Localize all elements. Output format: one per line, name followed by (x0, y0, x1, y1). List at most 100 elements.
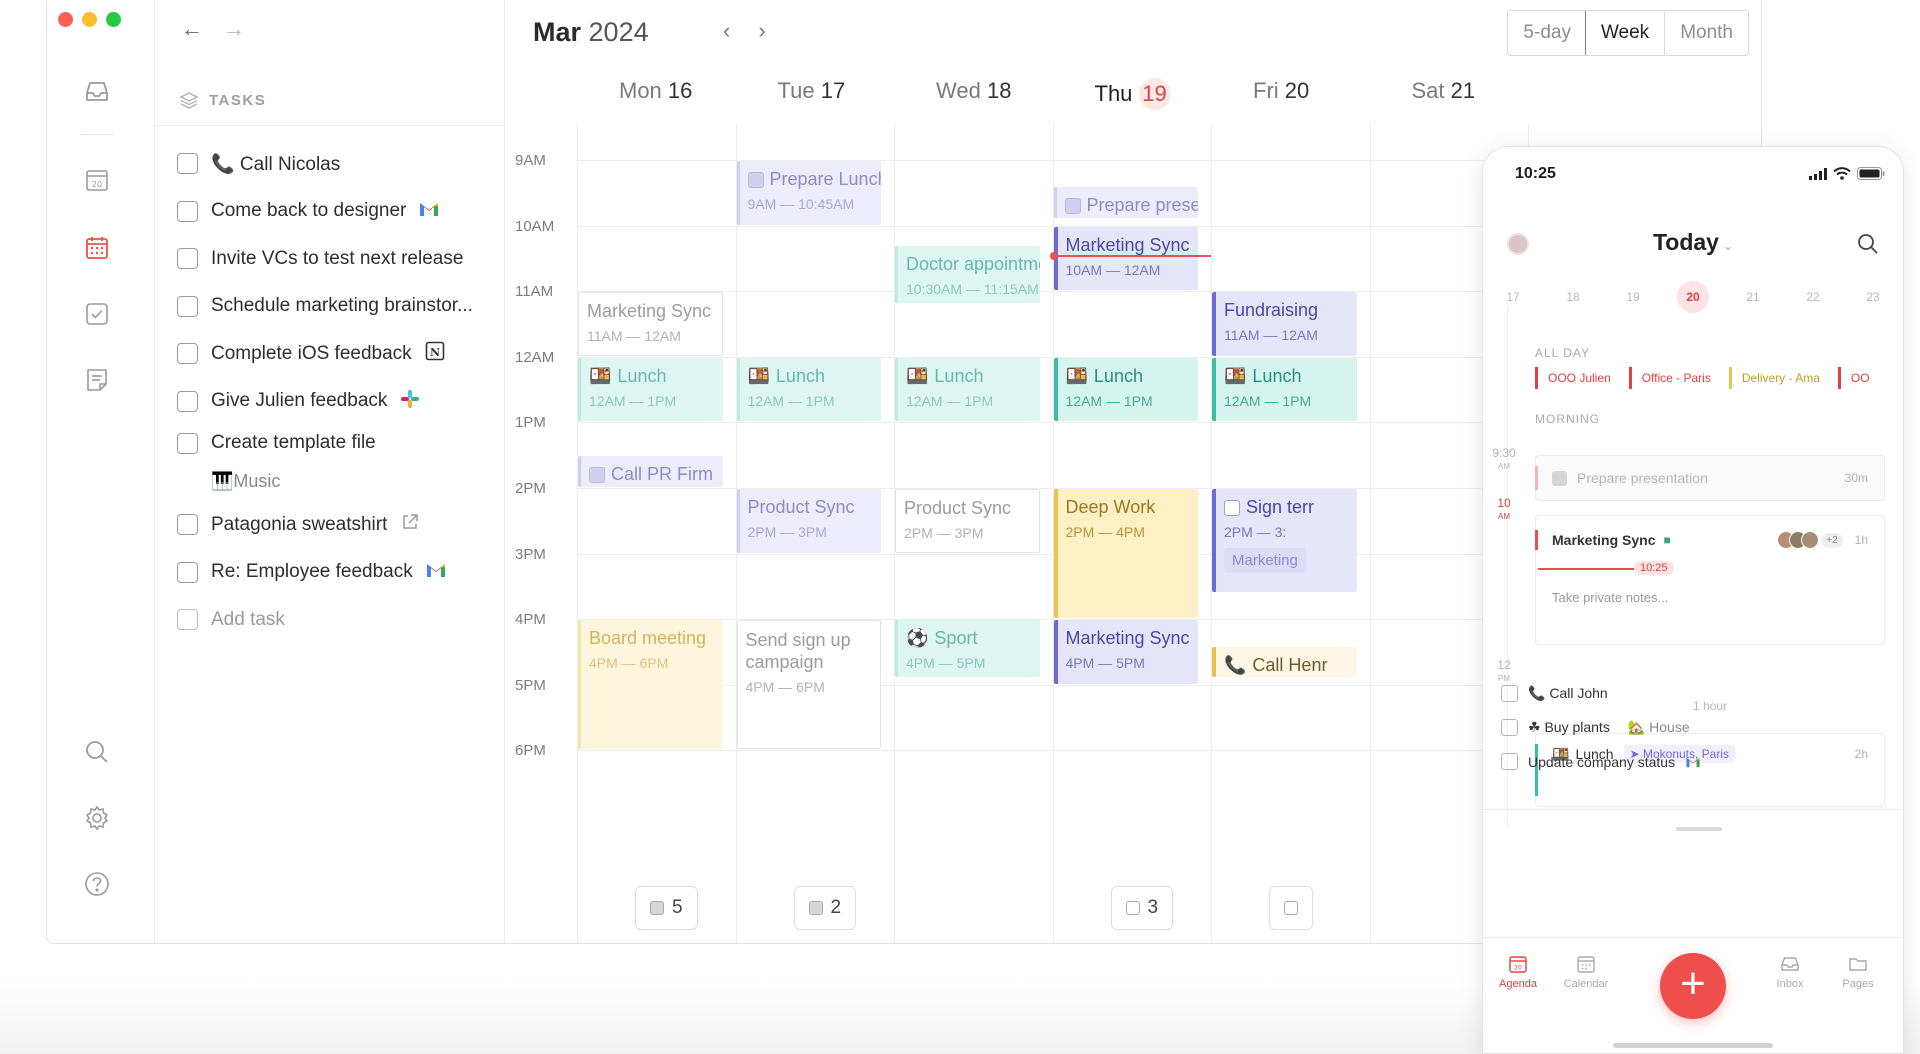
phone-day-23[interactable]: 23 (1857, 281, 1889, 313)
all-day-event[interactable]: OOO Julien (1535, 367, 1621, 389)
today-calendar-icon[interactable]: 20 (81, 164, 113, 196)
calendar-event[interactable]: Product Sync 2PM — 3PM (736, 489, 881, 553)
day-task-count[interactable] (1269, 886, 1313, 930)
lunch-card[interactable]: 🍱 Lunch ➤ Mokonuts, Paris 2h (1535, 733, 1885, 807)
add-task-button[interactable]: Add task (177, 596, 497, 644)
calendar-event[interactable]: Product Sync 2PM — 3PM (895, 489, 1040, 553)
task-item[interactable]: Patagonia sweatshirt (177, 501, 497, 549)
phone-task-checkbox[interactable] (1501, 719, 1518, 736)
calendar-event[interactable]: Sign terr 2PM — 3: Marketing (1212, 489, 1357, 593)
day-header-wed[interactable]: Wed 18 (936, 78, 1011, 104)
tab-calendar[interactable]: Calendar (1551, 954, 1621, 990)
task-item[interactable]: Create template file (177, 425, 497, 461)
task-checkbox[interactable] (177, 432, 198, 454)
calendar-event[interactable]: Send sign up campaign 4PM — 6PM (736, 620, 881, 750)
calendar-event[interactable]: Doctor appointment 10:30AM — 11:15AM (895, 246, 1040, 304)
task-item[interactable]: Invite VCs to test next release (177, 235, 497, 283)
event-checkbox-icon[interactable] (747, 171, 764, 188)
forward-arrow-icon[interactable]: → (223, 16, 245, 42)
settings-gear-icon[interactable] (81, 802, 113, 834)
task-item[interactable]: Come back to designer (177, 188, 497, 236)
day-header-mon[interactable]: Mon 16 (619, 78, 692, 104)
task-project-tag[interactable]: 🎹 Music (177, 461, 497, 501)
calendar-event[interactable]: Prepare presenta (1053, 187, 1198, 219)
tab-pages[interactable]: Pages (1823, 954, 1893, 990)
calendar-event[interactable]: 🍱 Lunch 12AM — 1PM (578, 357, 723, 422)
calendar-event[interactable]: Fundraising 11AM — 12AM (1212, 292, 1357, 356)
phone-task-checkbox[interactable] (1501, 685, 1518, 702)
calendar-event[interactable]: Prepare Lunch 9AM — 10:45AM (736, 161, 881, 225)
calendar-event[interactable]: 📞 Call Henr (1212, 646, 1357, 678)
private-notes-input[interactable]: Take private notes... (1552, 590, 1668, 605)
day-header-tue[interactable]: Tue 17 (778, 78, 846, 104)
task-item[interactable]: Re: Employee feedback (177, 549, 497, 597)
calendar-event[interactable]: 🍱 Lunch 12AM — 1PM (1053, 357, 1198, 422)
task-checkbox[interactable] (177, 153, 198, 175)
task-checkbox[interactable] (177, 200, 198, 222)
next-week-chevron-icon[interactable]: › (758, 18, 765, 44)
task-checkbox[interactable] (177, 561, 198, 583)
tab-inbox[interactable]: Inbox (1755, 954, 1825, 990)
task-checkbox[interactable] (177, 295, 198, 317)
day-task-count[interactable]: 5 (635, 886, 698, 930)
sheet-handle[interactable] (1676, 827, 1722, 831)
tab-agenda[interactable]: 20 Agenda (1483, 954, 1553, 990)
calendar-event[interactable]: Marketing Sync 4PM — 5PM (1053, 620, 1198, 684)
calendar-event[interactable]: 🍱 Lunch 12AM — 1PM (1212, 357, 1357, 422)
calendar-icon[interactable] (81, 232, 113, 264)
phone-task-project[interactable]: 🏡 House (1628, 719, 1690, 736)
add-button[interactable]: + (1660, 953, 1726, 1019)
calendar-event[interactable]: Marketing Sync 10AM — 12AM (1053, 226, 1198, 291)
phone-task-checkbox[interactable] (1501, 753, 1518, 770)
task-checkbox[interactable] (177, 390, 198, 412)
phone-task-item[interactable]: Update company status (1501, 753, 1701, 770)
view-option-5-day[interactable]: 5-day (1508, 11, 1586, 55)
marketing-sync-card[interactable]: Marketing Sync ■ +2 1h 10:25 Take privat… (1535, 515, 1885, 645)
back-arrow-icon[interactable]: ← (181, 16, 203, 42)
help-icon[interactable] (81, 868, 113, 900)
event-checkbox-icon[interactable] (1064, 197, 1081, 214)
phone-day-19[interactable]: 19 (1617, 281, 1649, 313)
notes-icon[interactable] (81, 364, 113, 396)
phone-day-17[interactable]: 17 (1497, 281, 1529, 313)
calendar-event[interactable]: Call PR Firm (578, 456, 723, 488)
calendar-event[interactable]: Board meeting 4PM — 6PM (578, 620, 723, 750)
search-icon[interactable] (1855, 231, 1881, 257)
all-day-event[interactable]: Office - Paris (1628, 367, 1721, 389)
calendar-event[interactable]: 🍱 Lunch 12AM — 1PM (736, 357, 881, 422)
phone-day-20[interactable]: 20 (1677, 281, 1709, 313)
calendar-event[interactable]: Marketing Sync 11AM — 12AM (578, 292, 723, 356)
prepare-presentation-card[interactable]: Prepare presentation 30m (1535, 455, 1885, 501)
calendar-event[interactable]: Deep Work 2PM — 4PM (1053, 489, 1198, 619)
search-icon[interactable] (81, 736, 113, 768)
all-day-event[interactable]: Delivery - Ama (1728, 367, 1830, 389)
phone-task-item[interactable]: ☘ Buy plants 🏡 House (1501, 719, 1690, 736)
phone-day-22[interactable]: 22 (1797, 281, 1829, 313)
phone-today-title[interactable]: Today ⌄ (1483, 229, 1903, 256)
task-item[interactable]: Schedule marketing brainstor... (177, 283, 497, 331)
inbox-icon[interactable] (81, 76, 113, 108)
day-task-count[interactable]: 2 (793, 886, 857, 930)
day-header-fri[interactable]: Fri 20 (1253, 78, 1309, 104)
view-option-week[interactable]: Week (1584, 11, 1666, 55)
phone-day-18[interactable]: 18 (1557, 281, 1589, 313)
day-task-count[interactable]: 3 (1110, 886, 1174, 930)
task-item[interactable]: Give Julien feedback (177, 378, 497, 426)
task-checkbox[interactable] (177, 343, 198, 365)
day-header-sat[interactable]: Sat 21 (1412, 78, 1476, 104)
event-checkbox-icon[interactable] (589, 466, 605, 483)
calendar-event[interactable]: ⚽ Sport 4PM — 5PM (895, 620, 1040, 678)
calendar-event[interactable]: 🍱 Lunch 12AM — 1PM (895, 357, 1040, 422)
day-header-thu[interactable]: Thu 19 (1095, 78, 1171, 110)
tasks-icon[interactable] (81, 298, 113, 330)
task-checkbox[interactable] (177, 514, 198, 536)
task-checkbox[interactable] (177, 248, 198, 270)
view-option-month[interactable]: Month (1664, 11, 1748, 55)
task-item[interactable]: Complete iOS feedback N (177, 330, 497, 378)
phone-task-item[interactable]: 📞 Call John (1501, 685, 1608, 702)
phone-day-21[interactable]: 21 (1737, 281, 1769, 313)
event-checkbox-icon[interactable] (1224, 499, 1240, 516)
event-sub-chip[interactable]: Marketing (1224, 548, 1306, 574)
previous-week-chevron-icon[interactable]: ‹ (723, 18, 730, 44)
all-day-event[interactable]: OO (1837, 367, 1880, 389)
